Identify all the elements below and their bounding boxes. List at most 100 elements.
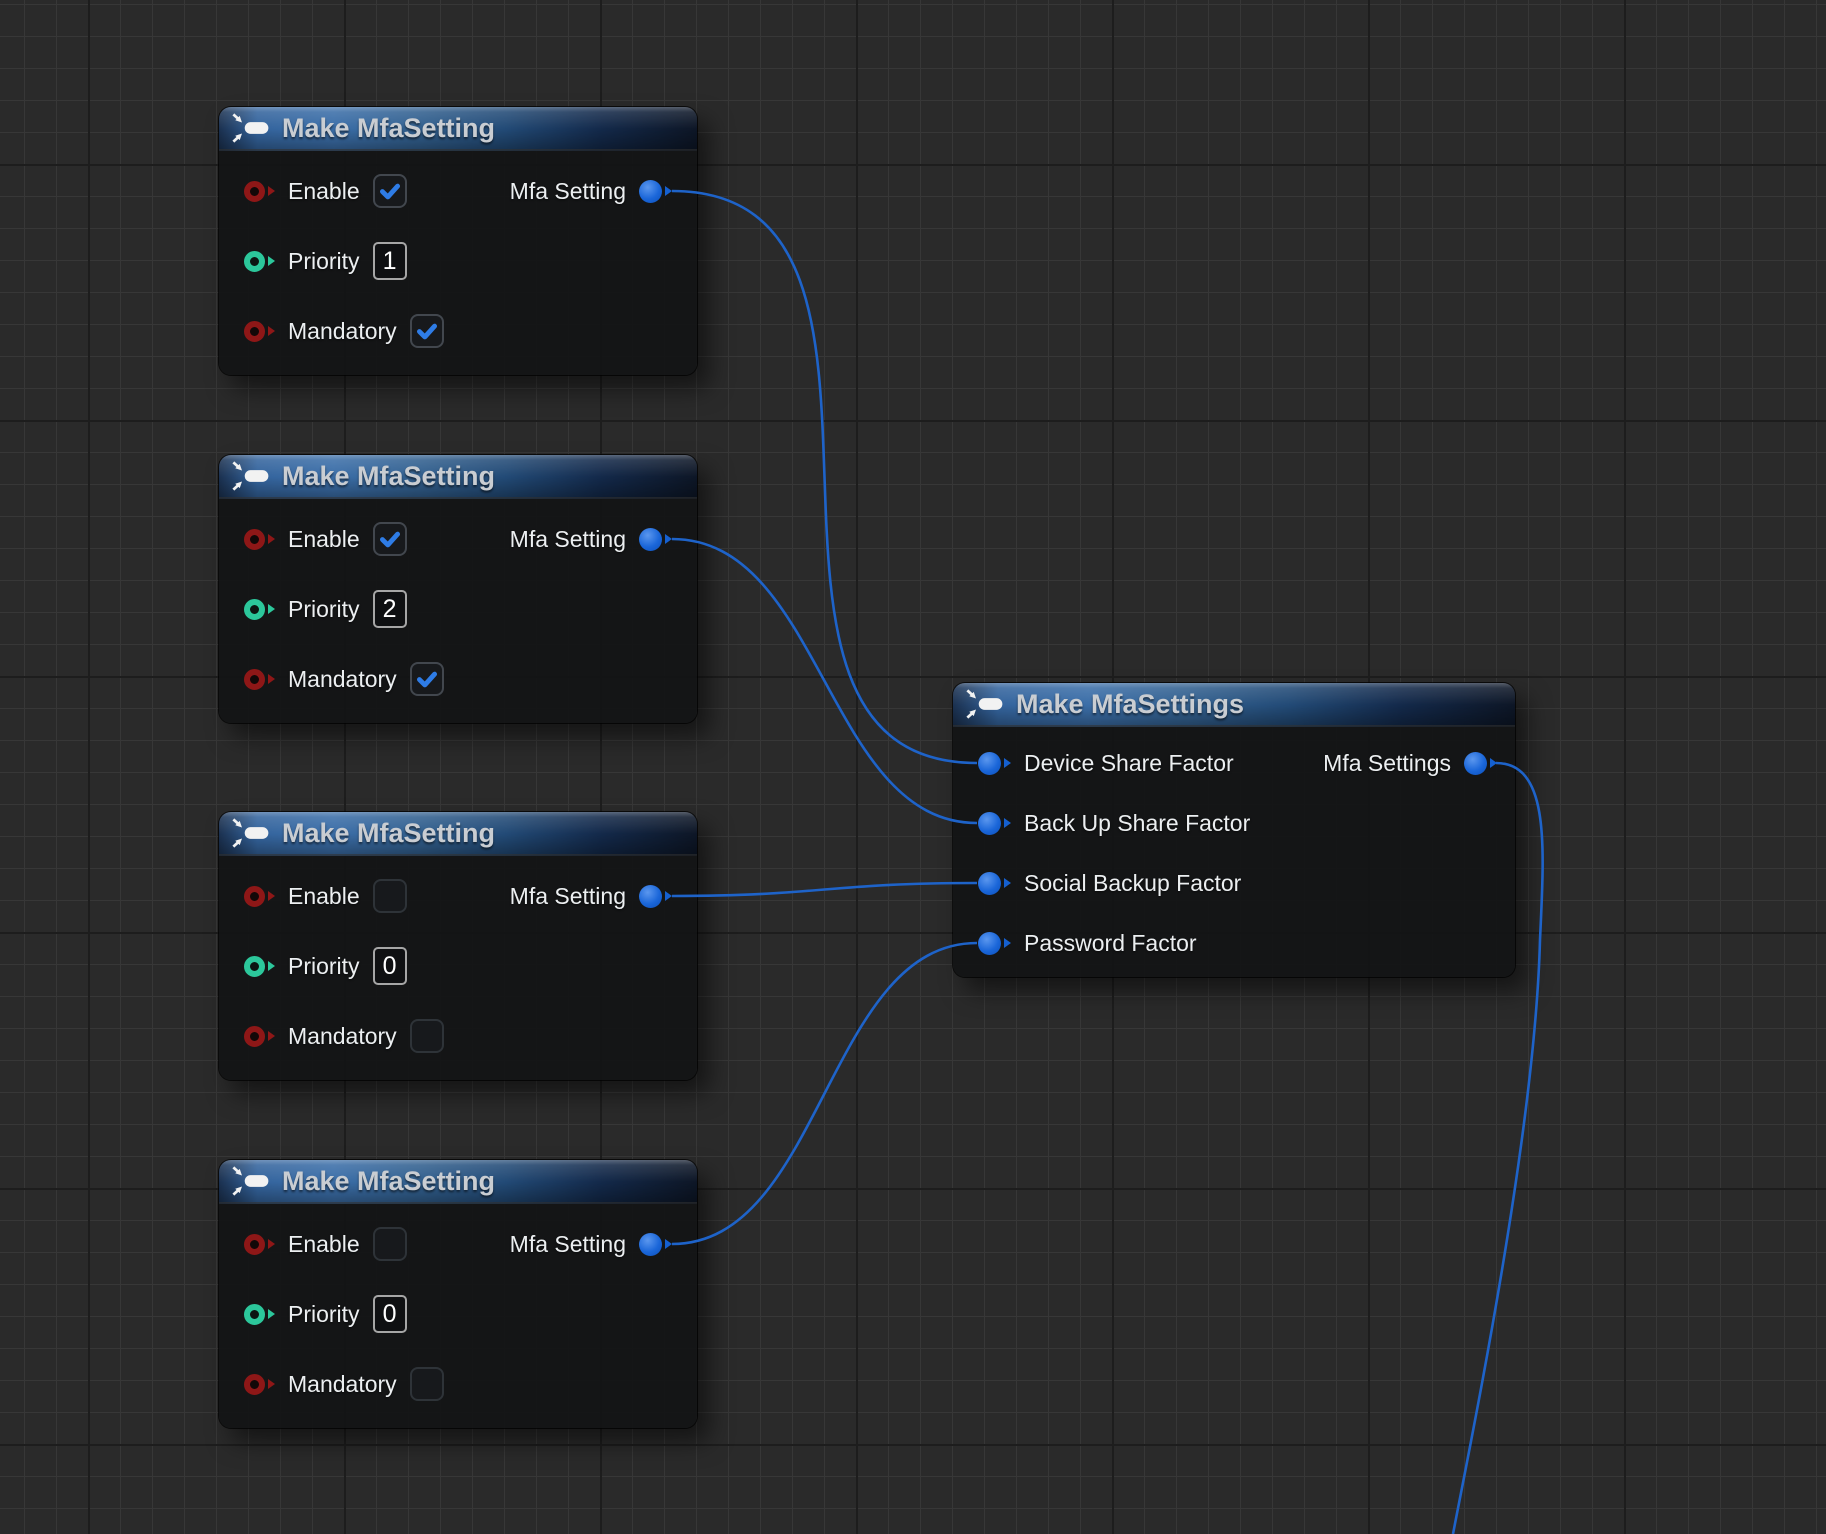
node-make-mfasetting-2[interactable]: Make MfaSetting Enable Priority 2 Mandat… (219, 455, 697, 723)
make-struct-icon (966, 689, 1006, 719)
bool-pin[interactable] (244, 1026, 275, 1047)
int-pin[interactable] (244, 599, 275, 620)
priority-value-input[interactable]: 0 (373, 1295, 407, 1333)
wire-setting4-to-password[interactable] (672, 943, 977, 1244)
pin-label: Mfa Setting (510, 1231, 626, 1258)
struct-output-pin[interactable] (639, 1233, 672, 1256)
struct-output-pin[interactable] (639, 180, 672, 203)
pin-row-priority: Priority 0 (244, 1292, 407, 1336)
struct-input-pin[interactable] (978, 872, 1011, 895)
mandatory-checkbox[interactable] (410, 1019, 444, 1053)
struct-input-pin[interactable] (978, 752, 1011, 775)
blueprint-graph-canvas[interactable]: Make MfaSetting Enable Priority 1 Mandat… (0, 0, 1826, 1534)
mandatory-checkbox[interactable] (410, 662, 444, 696)
pin-label: Mandatory (288, 666, 397, 693)
bool-pin[interactable] (244, 321, 275, 342)
pin-label: Enable (288, 1231, 360, 1258)
pin-row-device-share-factor: Device Share Factor (978, 741, 1234, 785)
bool-pin[interactable] (244, 669, 275, 690)
pin-label: Mfa Settings (1323, 750, 1451, 777)
node-make-mfasetting-3[interactable]: Make MfaSetting Enable Priority 0 Mandat… (219, 812, 697, 1080)
node-title: Make MfaSetting (282, 113, 495, 144)
struct-input-pin[interactable] (978, 812, 1011, 835)
pin-row-output: Mfa Setting (510, 1222, 672, 1266)
make-struct-icon (232, 461, 272, 491)
priority-value-input[interactable]: 1 (373, 242, 407, 280)
node-header[interactable]: Make MfaSetting (219, 455, 697, 499)
pin-label: Mfa Setting (510, 178, 626, 205)
bool-pin[interactable] (244, 181, 275, 202)
pin-label: Mfa Setting (510, 883, 626, 910)
struct-output-pin[interactable] (1464, 752, 1497, 775)
node-make-mfasetting-4[interactable]: Make MfaSetting Enable Priority 0 Mandat… (219, 1160, 697, 1428)
pin-row-mandatory: Mandatory (244, 1014, 444, 1058)
pin-row-priority: Priority 2 (244, 587, 407, 631)
pin-label: Mfa Setting (510, 526, 626, 553)
pin-label: Priority (288, 248, 360, 275)
pin-row-priority: Priority 0 (244, 944, 407, 988)
pin-row-enable: Enable (244, 517, 407, 561)
pin-row-mandatory: Mandatory (244, 657, 444, 701)
pin-row-priority: Priority 1 (244, 239, 407, 283)
bool-pin[interactable] (244, 886, 275, 907)
pin-row-password-factor: Password Factor (978, 921, 1197, 965)
pin-label: Enable (288, 178, 360, 205)
pin-row-output: Mfa Setting (510, 874, 672, 918)
pin-row-mandatory: Mandatory (244, 309, 444, 353)
pin-label: Back Up Share Factor (1024, 810, 1250, 837)
node-title: Make MfaSetting (282, 461, 495, 492)
pin-label: Device Share Factor (1024, 750, 1234, 777)
pin-label: Password Factor (1024, 930, 1197, 957)
pin-label: Priority (288, 596, 360, 623)
pin-row-enable: Enable (244, 169, 407, 213)
priority-value-input[interactable]: 2 (373, 590, 407, 628)
enable-checkbox[interactable] (373, 879, 407, 913)
mandatory-checkbox[interactable] (410, 314, 444, 348)
enable-checkbox[interactable] (373, 1227, 407, 1261)
pin-row-backup-share-factor: Back Up Share Factor (978, 801, 1250, 845)
make-struct-icon (232, 1166, 272, 1196)
wire-setting1-to-device-share[interactable] (672, 191, 977, 763)
struct-input-pin[interactable] (978, 932, 1011, 955)
pin-row-output: Mfa Setting (510, 517, 672, 561)
priority-value-input[interactable]: 0 (373, 947, 407, 985)
int-pin[interactable] (244, 251, 275, 272)
node-header[interactable]: Make MfaSetting (219, 107, 697, 151)
node-header[interactable]: Make MfaSetting (219, 812, 697, 856)
node-make-mfasettings[interactable]: Make MfaSettings Device Share Factor Bac… (953, 683, 1515, 977)
struct-output-pin[interactable] (639, 528, 672, 551)
wire-setting3-to-social-backup[interactable] (672, 883, 977, 896)
wire-setting2-to-backup-share[interactable] (672, 539, 977, 823)
node-make-mfasetting-1[interactable]: Make MfaSetting Enable Priority 1 Mandat… (219, 107, 697, 375)
pin-label: Enable (288, 883, 360, 910)
make-struct-icon (232, 818, 272, 848)
node-header[interactable]: Make MfaSetting (219, 1160, 697, 1204)
node-title: Make MfaSetting (282, 818, 495, 849)
pin-label: Enable (288, 526, 360, 553)
bool-pin[interactable] (244, 1374, 275, 1395)
enable-checkbox[interactable] (373, 174, 407, 208)
pin-row-enable: Enable (244, 874, 407, 918)
pin-row-social-backup-factor: Social Backup Factor (978, 861, 1241, 905)
struct-output-pin[interactable] (639, 885, 672, 908)
node-header[interactable]: Make MfaSettings (953, 683, 1515, 727)
enable-checkbox[interactable] (373, 522, 407, 556)
pin-row-output: Mfa Setting (510, 169, 672, 213)
mandatory-checkbox[interactable] (410, 1367, 444, 1401)
node-title: Make MfaSettings (1016, 689, 1244, 720)
node-title: Make MfaSetting (282, 1166, 495, 1197)
int-pin[interactable] (244, 956, 275, 977)
bool-pin[interactable] (244, 1234, 275, 1255)
pin-row-output: Mfa Settings (1323, 741, 1497, 785)
pin-row-mandatory: Mandatory (244, 1362, 444, 1406)
make-struct-icon (232, 113, 272, 143)
pin-row-enable: Enable (244, 1222, 407, 1266)
pin-label: Social Backup Factor (1024, 870, 1241, 897)
pin-label: Mandatory (288, 318, 397, 345)
bool-pin[interactable] (244, 529, 275, 550)
pin-label: Mandatory (288, 1023, 397, 1050)
pin-label: Priority (288, 1301, 360, 1328)
int-pin[interactable] (244, 1304, 275, 1325)
pin-label: Priority (288, 953, 360, 980)
pin-label: Mandatory (288, 1371, 397, 1398)
